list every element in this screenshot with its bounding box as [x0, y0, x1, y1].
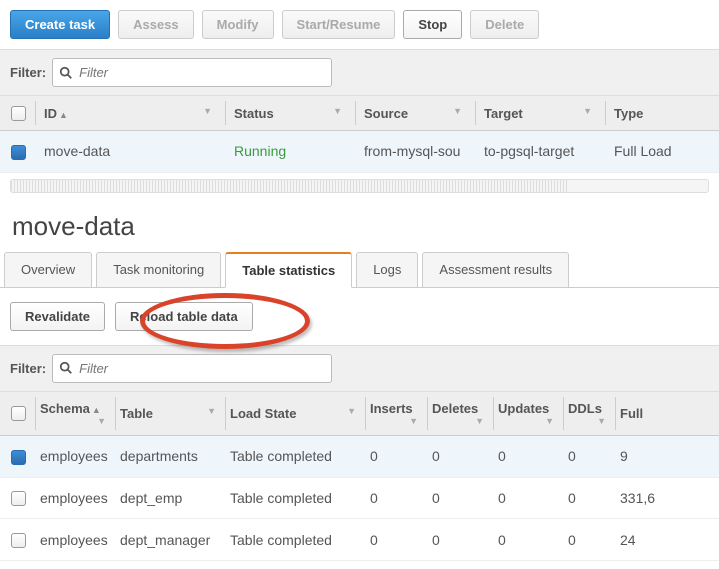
tasks-filter-bar: Filter:	[0, 49, 719, 96]
col-ddls[interactable]: DDLs	[568, 401, 602, 416]
select-all-checkbox[interactable]	[11, 106, 26, 121]
col-updates[interactable]: Updates	[498, 401, 549, 416]
cell-id: move-data	[36, 131, 226, 173]
stats-toolbar: Revalidate Reload table data	[0, 288, 719, 345]
col-id[interactable]: ID	[44, 106, 57, 121]
cell-full: 24	[616, 519, 719, 561]
chevron-down-icon[interactable]: ▼	[597, 416, 606, 426]
cell-type: Full Load	[606, 131, 719, 173]
chevron-down-icon[interactable]: ▼	[347, 406, 356, 416]
stats-filter-bar: Filter:	[0, 345, 719, 392]
tab-table-statistics[interactable]: Table statistics	[225, 252, 352, 288]
create-task-button[interactable]: Create task	[10, 10, 110, 39]
row-checkbox[interactable]	[11, 450, 26, 465]
cell-source: from-mysql-sou	[356, 131, 476, 173]
cell-table: dept_manager	[116, 519, 226, 561]
cell-deletes: 0	[428, 435, 494, 477]
col-table[interactable]: Table	[120, 406, 153, 421]
sort-asc-icon: ▲	[92, 405, 101, 415]
cell-updates: 0	[494, 435, 564, 477]
col-deletes[interactable]: Deletes	[432, 401, 478, 416]
tasks-filter-input[interactable]	[52, 58, 332, 87]
cell-ddls: 0	[564, 477, 616, 519]
chevron-down-icon[interactable]: ▼	[207, 406, 216, 416]
chevron-down-icon[interactable]: ▼	[475, 416, 484, 426]
chevron-down-icon[interactable]: ▼	[583, 106, 592, 116]
col-source[interactable]: Source	[364, 106, 408, 121]
tab-logs[interactable]: Logs	[356, 252, 418, 288]
select-all-checkbox[interactable]	[11, 406, 26, 421]
table-row[interactable]: move-data Running from-mysql-sou to-pgsq…	[0, 131, 719, 173]
col-status[interactable]: Status	[234, 106, 274, 121]
detail-tabs: Overview Task monitoring Table statistic…	[0, 252, 719, 288]
revalidate-button[interactable]: Revalidate	[10, 302, 105, 331]
col-type[interactable]: Type	[614, 106, 643, 121]
cell-schema: employees	[36, 519, 116, 561]
detail-title: move-data	[0, 197, 719, 252]
cell-schema: employees	[36, 477, 116, 519]
chevron-down-icon[interactable]: ▼	[545, 416, 554, 426]
col-load-state[interactable]: Load State	[230, 406, 296, 421]
cell-ddls: 0	[564, 435, 616, 477]
sort-asc-icon: ▲	[59, 110, 68, 120]
filter-label: Filter:	[10, 65, 46, 80]
cell-load-state: Table completed	[226, 519, 366, 561]
cell-status: Running	[226, 131, 356, 173]
table-row[interactable]: employees dept_manager Table completed 0…	[0, 519, 719, 561]
reload-table-data-button[interactable]: Reload table data	[115, 302, 253, 331]
cell-inserts: 0	[366, 477, 428, 519]
tab-assessment[interactable]: Assessment results	[422, 252, 569, 288]
stop-button[interactable]: Stop	[403, 10, 462, 39]
cell-deletes: 0	[428, 477, 494, 519]
cell-table: departments	[116, 435, 226, 477]
cell-deletes: 0	[428, 519, 494, 561]
row-checkbox[interactable]	[11, 533, 26, 548]
col-inserts[interactable]: Inserts	[370, 401, 413, 416]
main-toolbar: Create task Assess Modify Start/Resume S…	[0, 0, 719, 49]
modify-button: Modify	[202, 10, 274, 39]
cell-full: 9	[616, 435, 719, 477]
cell-ddls: 0	[564, 519, 616, 561]
chevron-down-icon[interactable]: ▼	[453, 106, 462, 116]
table-row[interactable]: employees departments Table completed 0 …	[0, 435, 719, 477]
row-checkbox[interactable]	[11, 145, 26, 160]
row-checkbox[interactable]	[11, 491, 26, 506]
col-full[interactable]: Full	[620, 406, 643, 421]
cell-schema: employees	[36, 435, 116, 477]
cell-load-state: Table completed	[226, 477, 366, 519]
tab-monitoring[interactable]: Task monitoring	[96, 252, 221, 288]
delete-button: Delete	[470, 10, 539, 39]
table-row[interactable]: employees dept_emp Table completed 0 0 0…	[0, 477, 719, 519]
cell-full: 331,6	[616, 477, 719, 519]
cell-updates: 0	[494, 477, 564, 519]
tab-overview[interactable]: Overview	[4, 252, 92, 288]
cell-inserts: 0	[366, 519, 428, 561]
cell-target: to-pgsql-target	[476, 131, 606, 173]
cell-load-state: Table completed	[226, 435, 366, 477]
tasks-table: ID▲ ▼ Status ▼ Source ▼ Target ▼ Type move-d…	[0, 96, 719, 173]
stats-filter-input[interactable]	[52, 354, 332, 383]
cell-updates: 0	[494, 519, 564, 561]
cell-table: dept_emp	[116, 477, 226, 519]
chevron-down-icon[interactable]: ▼	[409, 416, 418, 426]
horizontal-scrollbar[interactable]	[10, 179, 709, 193]
start-resume-button: Start/Resume	[282, 10, 396, 39]
chevron-down-icon[interactable]: ▼	[203, 106, 212, 116]
assess-button: Assess	[118, 10, 194, 39]
chevron-down-icon[interactable]: ▼	[333, 106, 342, 116]
filter-label: Filter:	[10, 361, 46, 376]
chevron-down-icon[interactable]: ▼	[97, 416, 106, 426]
col-target[interactable]: Target	[484, 106, 523, 121]
col-schema[interactable]: Schema	[40, 401, 90, 416]
stats-table: Schema▲▼ Table▼ Load State▼ Inserts▼ Del…	[0, 392, 719, 561]
cell-inserts: 0	[366, 435, 428, 477]
